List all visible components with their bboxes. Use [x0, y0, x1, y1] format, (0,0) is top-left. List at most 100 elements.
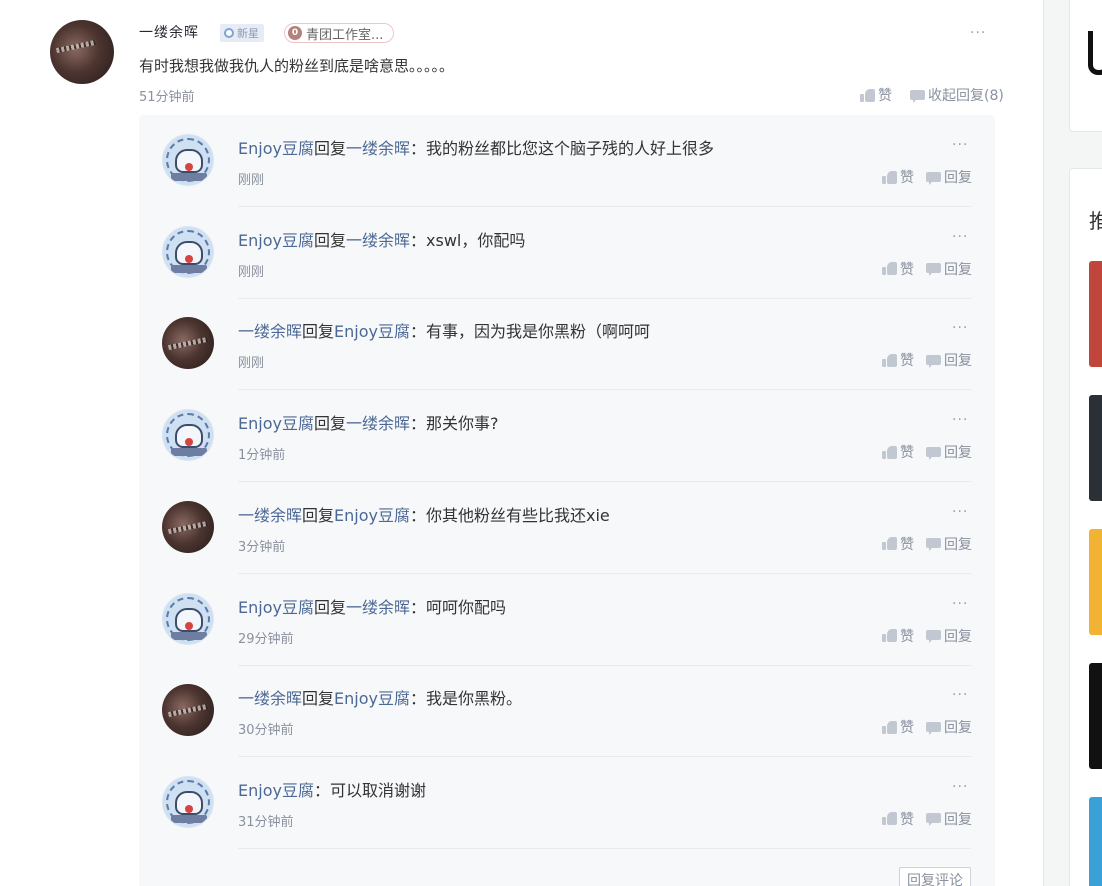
reply-colon: ：: [410, 689, 427, 709]
reply-actions: 赞 回复: [882, 442, 972, 462]
like-button[interactable]: 赞: [882, 167, 914, 187]
comment-bubble-icon: [910, 89, 925, 103]
reply-user[interactable]: Enjoy豆腐: [238, 231, 314, 250]
reply-target[interactable]: Enjoy豆腐: [334, 506, 410, 525]
reply-comment-button[interactable]: 回复评论: [899, 867, 971, 886]
like-button[interactable]: 赞: [882, 717, 914, 737]
reply-avatar[interactable]: [162, 225, 214, 278]
reply-avatar[interactable]: [162, 317, 214, 370]
more-options-icon[interactable]: ···: [952, 779, 968, 795]
thumb-up-icon: [860, 88, 875, 102]
reply-text: 我是你黑粉。: [426, 689, 523, 709]
reply-user[interactable]: 一缕余晖: [238, 506, 302, 525]
like-button[interactable]: 赞: [882, 534, 914, 554]
reply-user[interactable]: 一缕余晖: [238, 322, 302, 341]
reply-user[interactable]: Enjoy豆腐: [238, 414, 314, 433]
reply-actions: 赞 回复: [882, 717, 972, 737]
reply-button[interactable]: 回复: [926, 534, 972, 554]
comment-text: 有时我想我做我仇人的粉丝到底是啥意思。。。。。: [139, 57, 455, 75]
reply-colon: ：: [410, 597, 427, 617]
reply-label: 回复: [944, 536, 972, 553]
reply-target[interactable]: Enjoy豆腐: [334, 322, 410, 341]
more-options-icon[interactable]: ···: [970, 25, 986, 41]
reply-button[interactable]: 回复: [926, 809, 972, 829]
like-button[interactable]: 赞: [882, 626, 914, 646]
reply-user[interactable]: 一缕余晖: [238, 689, 302, 708]
collapse-label: 收起回复(8): [928, 88, 1004, 104]
like-button[interactable]: 赞: [882, 259, 914, 279]
reply-button[interactable]: 回复: [926, 626, 972, 646]
reply-line: 一缕余晖回复Enjoy豆腐：有事，因为我是你黑粉（啊呵呵: [238, 318, 650, 342]
reply-time: 刚刚: [238, 356, 265, 372]
reply-label: 回复: [944, 811, 972, 828]
reply-target[interactable]: Enjoy豆腐: [334, 689, 410, 708]
reply-avatar[interactable]: [162, 500, 214, 553]
reply-avatar[interactable]: [162, 409, 214, 462]
reply-user[interactable]: Enjoy豆腐: [238, 598, 314, 617]
like-button[interactable]: 赞: [882, 442, 914, 462]
reply-item: 一缕余晖回复Enjoy豆腐：有事，因为我是你黑粉（啊呵呵 刚刚 ··· 赞回复: [139, 298, 995, 391]
more-options-icon[interactable]: ···: [952, 687, 968, 703]
author-avatar[interactable]: [50, 20, 114, 84]
reply-target[interactable]: 一缕余晖: [346, 139, 410, 158]
thumb-up-icon: [882, 353, 897, 367]
more-options-icon[interactable]: ···: [952, 596, 968, 612]
like-label: 赞: [878, 88, 892, 104]
thumb-up-icon: [882, 812, 897, 826]
group-badge[interactable]: 0 青团工作室...: [284, 23, 395, 43]
reply-user[interactable]: Enjoy豆腐: [238, 781, 314, 800]
reply-target[interactable]: 一缕余晖: [346, 598, 410, 617]
more-options-icon[interactable]: ···: [952, 504, 968, 520]
reply-user[interactable]: Enjoy豆腐: [238, 139, 314, 158]
author-name[interactable]: 一缕余晖: [139, 22, 199, 42]
avatar-base: [171, 814, 207, 823]
reply-word: 回复: [302, 322, 335, 342]
sidebar-recommend-card: 推: [1069, 168, 1102, 886]
reply-button[interactable]: 回复: [926, 259, 972, 279]
reply-button[interactable]: 回复: [926, 350, 972, 370]
reply-time: 31分钟前: [238, 814, 294, 830]
reply-target[interactable]: 一缕余晖: [346, 414, 410, 433]
reply-colon: ：: [410, 414, 427, 434]
reply-divider: [238, 847, 971, 849]
reply-label: 回复: [944, 261, 972, 278]
more-options-icon[interactable]: ···: [952, 229, 968, 245]
more-options-icon[interactable]: ···: [952, 137, 968, 153]
reply-text: 那关你事?: [426, 414, 499, 434]
reply-avatar[interactable]: [162, 134, 214, 186]
more-options-icon[interactable]: ···: [952, 320, 968, 336]
comment-bubble-icon: [926, 812, 941, 827]
sidebar-thumbnail[interactable]: [1089, 663, 1102, 769]
reply-button[interactable]: 回复: [926, 167, 972, 187]
avatar-mouth: [185, 163, 193, 171]
collapse-replies-button[interactable]: 收起回复(8): [910, 85, 1004, 105]
like-label: 赞: [900, 353, 914, 370]
comment-actions: 赞 收起回复(8): [860, 85, 1004, 105]
thumb-up-icon: [882, 262, 897, 276]
like-label: 赞: [900, 720, 914, 737]
sidebar-thumbnail[interactable]: [1089, 529, 1102, 635]
more-options-icon[interactable]: ···: [952, 412, 968, 428]
reply-avatar[interactable]: [162, 592, 214, 645]
sidebar-thumbnail[interactable]: [1089, 797, 1102, 886]
sidebar-thumbnail[interactable]: [1089, 395, 1102, 501]
level-badge: 新星: [220, 24, 264, 42]
reply-actions: 赞 回复: [882, 350, 972, 370]
like-button[interactable]: 赞: [882, 809, 914, 829]
sidebar-thumbnail[interactable]: [1089, 261, 1102, 367]
reply-target[interactable]: 一缕余晖: [346, 231, 410, 250]
reply-item: 一缕余晖回复Enjoy豆腐：我是你黑粉。 30分钟前 ··· 赞回复: [139, 665, 995, 758]
comment-bubble-icon: [926, 171, 941, 185]
avatar-mouth: [185, 804, 193, 813]
reply-button[interactable]: 回复: [926, 717, 972, 737]
reply-label: 回复: [944, 720, 972, 737]
like-button[interactable]: 赞: [860, 85, 892, 105]
reply-line: 一缕余晖回复Enjoy豆腐：我是你黑粉。: [238, 685, 522, 709]
reply-avatar[interactable]: [162, 684, 214, 737]
reply-actions: 赞 回复: [882, 626, 972, 646]
like-button[interactable]: 赞: [882, 350, 914, 370]
sidebar-heading: 推: [1089, 205, 1102, 234]
reply-avatar[interactable]: [162, 775, 214, 828]
thumb-up-icon: [882, 445, 897, 459]
reply-button[interactable]: 回复: [926, 442, 972, 462]
